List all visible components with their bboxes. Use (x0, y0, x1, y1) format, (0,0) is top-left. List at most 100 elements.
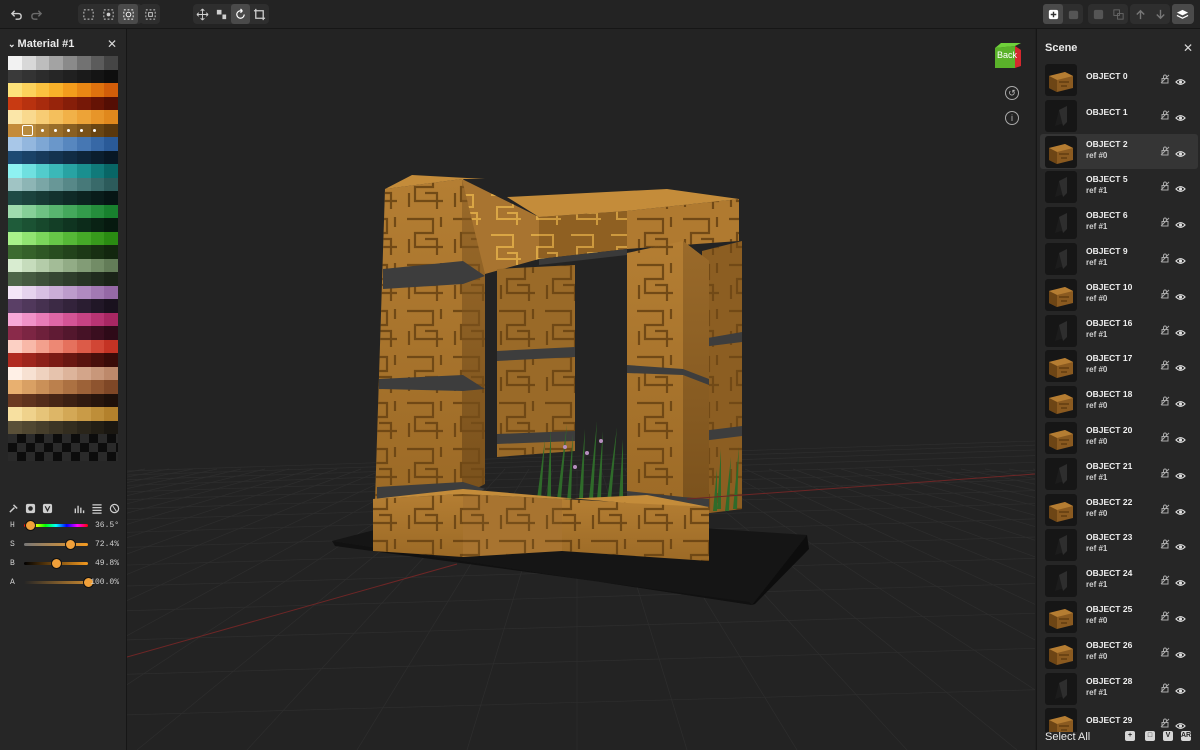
color-swatch[interactable] (35, 339, 50, 353)
visibility-eye-icon[interactable] (1175, 575, 1186, 586)
color-swatch[interactable] (76, 312, 91, 326)
color-swatch[interactable] (21, 312, 36, 326)
redo-icon[interactable] (26, 4, 46, 24)
select-lasso-icon[interactable] (98, 4, 118, 24)
color-swatch[interactable] (63, 285, 77, 299)
color-swatch[interactable] (49, 407, 63, 421)
lock-icon[interactable] (1160, 146, 1170, 156)
color-swatch[interactable] (49, 339, 63, 353)
add-icon[interactable] (1043, 4, 1063, 24)
lock-icon[interactable] (1160, 432, 1170, 442)
color-swatch[interactable] (90, 258, 105, 272)
visibility-eye-icon[interactable] (1175, 432, 1186, 443)
color-swatch[interactable] (21, 245, 36, 259)
color-swatch[interactable] (49, 204, 63, 218)
color-swatch[interactable] (8, 380, 22, 394)
object-row[interactable]: OBJECT 1 (1040, 98, 1198, 134)
color-swatch[interactable] (104, 137, 118, 151)
color-swatch[interactable] (104, 420, 118, 434)
color-swatch[interactable] (90, 285, 105, 299)
visibility-eye-icon[interactable] (1175, 396, 1186, 408)
color-swatch[interactable] (35, 164, 50, 178)
color-swatch[interactable] (8, 96, 22, 110)
color-swatch[interactable] (104, 177, 118, 191)
object-row[interactable]: OBJECT 20 ref #0 (1040, 420, 1198, 456)
visibility-eye-icon[interactable] (1175, 539, 1186, 551)
lock-icon[interactable] (1160, 325, 1170, 335)
color-swatch[interactable] (104, 83, 118, 97)
color-swatch[interactable] (76, 393, 91, 407)
color-swatch[interactable] (8, 393, 22, 407)
color-swatch[interactable] (8, 150, 22, 164)
slider-a[interactable]: A 100.0% (10, 576, 120, 590)
slider-thumb[interactable] (25, 520, 37, 531)
color-swatch[interactable] (63, 110, 77, 124)
move-icon[interactable] (193, 4, 212, 24)
ar-icon[interactable]: AR (1181, 731, 1191, 741)
color-swatch[interactable] (63, 272, 77, 286)
color-swatch[interactable] (8, 272, 22, 286)
color-swatch[interactable] (49, 218, 63, 232)
color-swatch[interactable] (21, 191, 36, 205)
color-swatch[interactable] (104, 231, 118, 245)
color-swatch[interactable] (90, 326, 105, 340)
color-swatch[interactable] (49, 56, 63, 70)
color-swatch[interactable] (21, 285, 36, 299)
lock-icon[interactable] (1160, 396, 1170, 406)
color-swatch[interactable] (104, 393, 118, 407)
scene-render[interactable] (127, 29, 1035, 750)
color-swatch[interactable] (76, 272, 91, 286)
color-swatch[interactable] (21, 299, 36, 313)
color-swatch[interactable] (63, 96, 77, 110)
layers-icon[interactable] (1172, 4, 1192, 24)
visibility-eye-icon[interactable] (1175, 110, 1186, 121)
color-swatch[interactable] (76, 407, 91, 421)
color-swatch[interactable] (90, 407, 105, 421)
rotate-icon[interactable] (231, 4, 250, 24)
color-swatch[interactable] (8, 218, 22, 232)
object-row[interactable]: OBJECT 24 ref #1 (1040, 563, 1198, 599)
color-swatch[interactable] (76, 150, 91, 164)
color-swatch[interactable] (49, 353, 63, 367)
color-swatch[interactable] (76, 245, 91, 259)
color-swatch[interactable] (49, 83, 63, 97)
slider-s[interactable]: S 72.4% (10, 538, 120, 552)
color-swatch[interactable] (90, 150, 105, 164)
color-swatch[interactable] (21, 164, 36, 178)
color-swatch[interactable] (35, 285, 50, 299)
color-swatch[interactable] (35, 137, 50, 151)
color-swatch[interactable] (90, 191, 105, 205)
color-swatch[interactable] (35, 420, 50, 434)
color-swatch[interactable] (21, 366, 36, 380)
color-swatch[interactable] (104, 69, 118, 83)
color-swatch[interactable] (76, 204, 91, 218)
color-swatch[interactable] (63, 312, 77, 326)
color-swatch[interactable] (90, 83, 105, 97)
slider-track[interactable] (24, 581, 88, 584)
color-swatch[interactable] (35, 96, 50, 110)
color-swatch[interactable] (21, 420, 36, 434)
color-swatch[interactable] (63, 353, 77, 367)
color-swatch[interactable] (63, 56, 77, 70)
color-swatch[interactable] (104, 258, 118, 272)
color-swatch[interactable] (49, 177, 63, 191)
color-swatch[interactable] (8, 110, 22, 124)
color-swatch[interactable] (8, 56, 22, 70)
color-swatch[interactable] (21, 83, 36, 97)
color-swatch[interactable] (90, 110, 105, 124)
slider-b[interactable]: B 49.8% (10, 557, 120, 571)
color-swatch[interactable] (21, 177, 36, 191)
color-swatch[interactable] (35, 150, 50, 164)
visibility-eye-icon[interactable] (1175, 360, 1186, 372)
color-swatch[interactable] (76, 231, 91, 245)
lock-icon[interactable] (1160, 683, 1170, 693)
list-view-icon[interactable] (91, 502, 103, 514)
color-swatch[interactable] (49, 245, 63, 259)
color-swatch[interactable] (8, 285, 22, 299)
color-swatch[interactable] (90, 231, 105, 245)
color-swatch[interactable] (63, 420, 77, 434)
ungroup-icon[interactable] (1108, 4, 1128, 24)
align-icon[interactable] (212, 4, 231, 24)
color-swatch[interactable] (90, 164, 105, 178)
crop-icon[interactable] (250, 4, 269, 24)
